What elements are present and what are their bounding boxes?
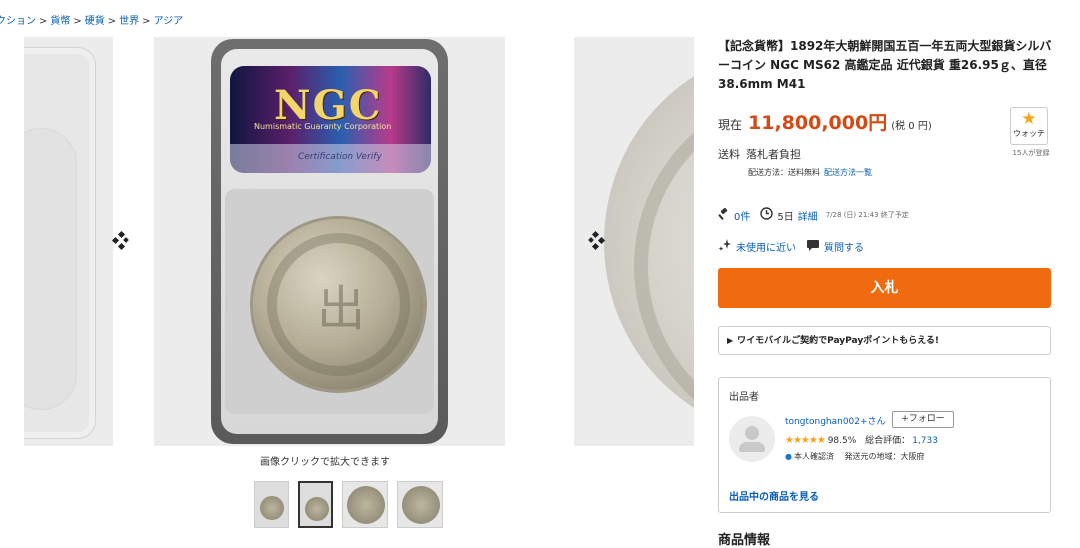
breadcrumb-item-collection[interactable]: クション — [0, 16, 36, 27]
follow-button[interactable]: +フォロー — [892, 411, 954, 428]
breadcrumb-separator: > — [73, 16, 82, 27]
star-icon: ★ — [1021, 109, 1037, 129]
watch-button[interactable]: ★ ウォッチ — [1010, 107, 1048, 145]
gallery-caption: 画像クリックで拡大できます — [260, 457, 390, 468]
auction-meta-row: 0件 5日 詳細 7/28 (日) 21:43 終了予定 — [718, 207, 909, 223]
avatar[interactable] — [729, 416, 775, 462]
breadcrumb-separator: > — [142, 16, 151, 27]
coin-image: 出 — [253, 219, 424, 390]
ngc-verify-text: Certification Verify — [298, 152, 382, 162]
gallery-next-arrow-icon[interactable] — [585, 230, 607, 252]
clock-icon — [760, 207, 774, 223]
ngc-corp-text: Numismatic Guaranty Corporation — [254, 122, 392, 131]
condition-link[interactable]: 未使用に近い — [736, 239, 796, 254]
seller-heading: 出品者 — [729, 392, 759, 403]
breadcrumb-item-currency[interactable]: 貨幣 — [50, 16, 70, 27]
end-time: 7/28 (日) 21:43 終了予定 — [825, 211, 909, 219]
breadcrumb-item-asia[interactable]: アジア — [154, 16, 184, 27]
rating-row: ★★★★★ 98.5% 総合評価： 1,733 — [785, 433, 938, 446]
seller-box: 出品者 tongtonghan002+さん +フォロー ★★★★★ 98.5% … — [718, 377, 1051, 513]
rating-label: 総合評価： — [865, 436, 911, 446]
thumbnail-1[interactable] — [254, 481, 289, 528]
price-row: 現在 11,800,000円 (税 0 円) — [718, 108, 932, 135]
gavel-icon — [718, 207, 730, 223]
ngc-label: NGC Numismatic Guaranty Corporation Cert… — [230, 66, 431, 173]
gallery-prev-slide[interactable] — [24, 37, 113, 446]
verified-text: 本人確認済 — [793, 452, 834, 461]
section-title-item-info: 商品情報 — [718, 533, 771, 548]
time-left: 5日 — [777, 211, 794, 223]
promo-text: ワイモバイルご契約でPayPayポイントもらえる! — [737, 336, 940, 346]
breadcrumb-separator: > — [107, 16, 117, 27]
chat-icon — [806, 239, 820, 254]
seller-name-link[interactable]: tongtonghan002+さん — [785, 414, 886, 427]
watch-label: ウォッチ — [1013, 129, 1045, 138]
watch-count: 15人が登録 — [1012, 149, 1050, 157]
slab-image — [24, 47, 96, 439]
caret-right-icon: ▶ — [727, 336, 734, 345]
verified-check-icon: ● — [785, 452, 792, 461]
bid-button[interactable]: 入札 — [718, 268, 1051, 308]
price-label: 現在 — [718, 118, 743, 132]
sparkle-icon — [718, 238, 732, 255]
price-tax: (税 0 円) — [891, 121, 932, 132]
thumbnail-2[interactable] — [298, 481, 333, 528]
coin-closeup-image — [604, 47, 694, 445]
breadcrumb-item-world[interactable]: 世界 — [119, 16, 139, 27]
gallery-main-image[interactable]: NGC Numismatic Guaranty Corporation Cert… — [154, 37, 505, 446]
shipping-row: 送料 落札者負担 — [718, 146, 801, 162]
shipping-methods-link[interactable]: 配送方法一覧 — [824, 168, 872, 177]
current-price: 11,800,000円 — [748, 112, 888, 134]
seller-region: 発送元の地域：大阪府 — [844, 452, 925, 461]
seller-items-link[interactable]: 出品中の商品を見る — [729, 488, 819, 503]
gallery-prev-arrow-icon[interactable] — [110, 230, 132, 252]
shipping-method: 配送方法：送料無料 配送方法一覧 — [748, 167, 872, 178]
question-link[interactable]: 質問する — [824, 239, 864, 254]
thumbnail-3[interactable] — [342, 481, 388, 528]
rating-percent: 98.5% — [827, 436, 857, 446]
condition-row: 未使用に近い 質問する — [718, 238, 864, 255]
detail-link[interactable]: 詳細 — [798, 208, 818, 223]
shipping-method-text: 配送方法：送料無料 — [748, 168, 820, 177]
breadcrumb: クション > 貨幣 > 硬貨 > 世界 > アジア — [0, 12, 183, 27]
breadcrumb-item-coins[interactable]: 硬貨 — [85, 16, 105, 27]
thumbnail-4[interactable] — [397, 481, 443, 528]
verify-row: ● 本人確認済 発送元の地域：大阪府 — [785, 451, 925, 462]
thumbnail-strip — [254, 481, 443, 528]
item-title: 【記念貨幣】1892年大朝鮮開国五百一年五両大型銀貨シルバーコイン NGC MS… — [718, 39, 1052, 91]
promo-banner[interactable]: ▶ ワイモバイルご契約でPayPayポイントもらえる! — [718, 326, 1051, 355]
breadcrumb-separator: > — [39, 16, 48, 27]
ngc-slab-image: NGC Numismatic Guaranty Corporation Cert… — [211, 39, 448, 444]
rating-stars-icon: ★★★★★ — [785, 435, 826, 446]
bid-count-link[interactable]: 0件 — [734, 208, 750, 223]
rating-count-link[interactable]: 1,733 — [912, 436, 938, 446]
shipping-label: 送料 — [718, 148, 740, 161]
shipping-value: 落札者負担 — [746, 148, 801, 161]
